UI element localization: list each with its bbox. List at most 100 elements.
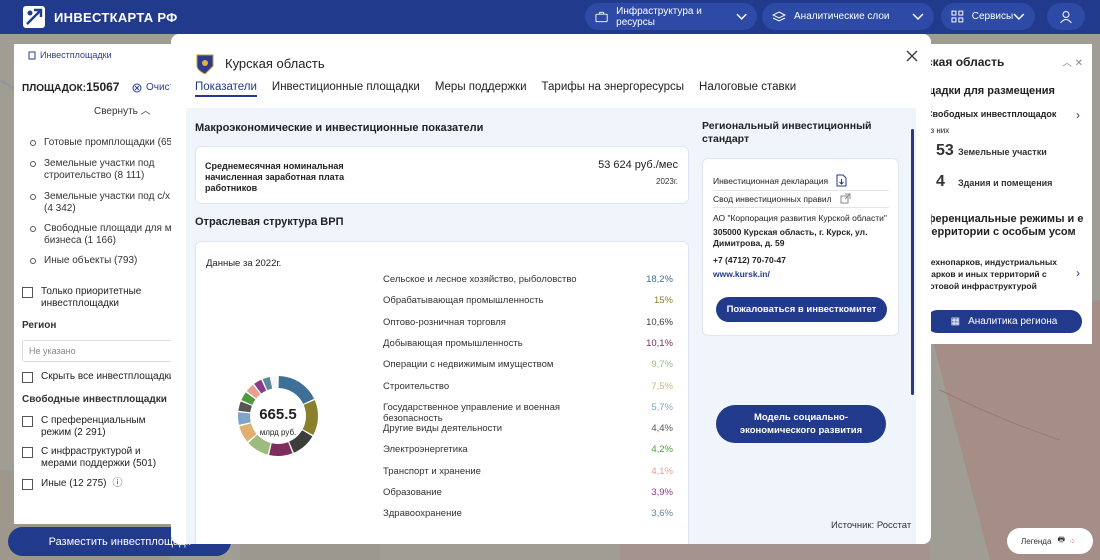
chevron-down-icon	[736, 13, 747, 20]
development-model-button[interactable]: Модель социально-экономического развития	[716, 405, 886, 443]
category-item[interactable]: Свободные площади для ме бизнеса (1 166)	[30, 223, 180, 247]
region-select[interactable]: Не указано	[22, 340, 182, 362]
chevron-right-icon[interactable]: ›	[1076, 266, 1080, 280]
download-document-icon	[836, 174, 847, 187]
category-item[interactable]: Земельные участки под строительство (8 1…	[30, 158, 164, 182]
sector-name: Сельское и лесное хозяйство, рыболовство	[383, 274, 577, 285]
vrp-card: Данные за 2022г. 665.5 млрд руб. Сельско…	[195, 241, 689, 544]
hide-all-label: Скрыть все инвестплощадки	[41, 371, 175, 382]
infrastructure-label: С инфраструктурой и мерами поддержки (50…	[41, 446, 157, 469]
tab-indicators[interactable]: Показатели	[195, 81, 257, 97]
category-item[interactable]: Готовые промплощадки (65	[30, 137, 180, 149]
chevron-up-icon[interactable]: ︿	[1062, 58, 1072, 69]
org-phone[interactable]: +7 (4712) 70-70-47	[713, 255, 786, 265]
tab-investment-sites[interactable]: Инвестиционные площадки	[272, 81, 420, 97]
vrp-year-label: Данные за 2022г.	[206, 258, 282, 269]
sector-percent: 10,6%	[646, 316, 673, 328]
sector-row: Электроэнергетика 4,2%	[383, 444, 673, 455]
sector-name: Строительство	[383, 380, 450, 392]
sites-counter: ПЛОЩАДОК:15067	[22, 80, 119, 94]
rules-link[interactable]: Свод инвестиционных правил	[713, 193, 889, 208]
radio-icon	[30, 226, 36, 232]
sector-name: Операции с недвижимым имуществом	[383, 359, 554, 371]
services-label: Сервисы	[971, 11, 1014, 22]
tab-support-measures[interactable]: Меры поддержки	[435, 81, 527, 97]
scrollbar[interactable]	[911, 129, 914, 395]
category-label: Земельные участки под с/х (4 342)	[44, 191, 171, 214]
category-item[interactable]: Иные объекты (793)	[30, 255, 180, 267]
user-icon	[1060, 10, 1072, 23]
org-website-link[interactable]: www.kursk.in/	[713, 269, 770, 279]
region-modal: Курская область Показатели Инвестиционны…	[171, 34, 931, 544]
chevron-down-icon	[912, 12, 924, 20]
chart-icon: ▦	[950, 316, 961, 327]
preferential-title: ференциальные режимы и е территории с ос…	[926, 213, 1084, 238]
region-panel-subtitle: щадки для размещения	[926, 85, 1055, 97]
preferential-checkbox[interactable]: С преференциальным режим (2 291)	[22, 415, 177, 439]
rules-label: Свод инвестиционных правил	[713, 193, 832, 204]
priority-checkbox[interactable]: Только приоритетные инвестплощадки	[22, 286, 162, 310]
tab-tax-rates[interactable]: Налоговые ставки	[699, 81, 796, 97]
tab-energy-tariffs[interactable]: Тарифы на энергоресурсы	[542, 81, 685, 97]
sector-percent: 4,4%	[651, 423, 673, 435]
close-circle-icon	[132, 83, 142, 92]
analytics-layers-menu-button[interactable]: Аналитические слои	[762, 3, 934, 30]
other-checkbox[interactable]: Иные (12 275) ⓘ	[22, 478, 177, 490]
app-logo[interactable]: ИНВЕСТКАРТА РФ	[22, 5, 178, 29]
info-icon[interactable]: ⓘ	[112, 478, 122, 490]
declaration-label: Инвестиционная декларация	[713, 175, 829, 186]
sector-name: Оптово-розничная торговля	[383, 316, 506, 328]
external-link-icon	[840, 193, 851, 204]
sector-percent: 3,9%	[651, 487, 673, 498]
vrp-section-title: Отраслевая структура ВРП	[195, 216, 344, 228]
sector-row: Строительство 7,5%	[383, 381, 673, 392]
profile-button[interactable]	[1047, 3, 1085, 30]
category-item[interactable]: Земельные участки под с/х (4 342)	[30, 191, 180, 215]
sector-name: Обрабатывающая промышленность	[383, 295, 544, 307]
sites-counter-label: ПЛОЩАДОК:	[22, 83, 87, 94]
clear-filters-button[interactable]: Очист	[132, 82, 174, 93]
collapse-label: Свернуть	[94, 106, 138, 117]
infrastructure-menu-button[interactable]: Инфраструктура и ресурсы	[585, 3, 757, 30]
parks-link[interactable]: Технопарков, индустриальных парков и ины…	[926, 256, 1072, 292]
dots-icon: ⁘	[1069, 536, 1076, 546]
salary-year: 2023г.	[656, 177, 678, 186]
infrastructure-checkbox[interactable]: С инфраструктурой и мерами поддержки (50…	[22, 446, 177, 470]
sector-percent: 15%	[653, 295, 673, 307]
sector-name: Здравоохранение	[383, 508, 462, 520]
radio-icon	[30, 258, 36, 264]
sector-name: Электроэнергетика	[383, 444, 468, 456]
donut-slice	[278, 376, 315, 404]
sector-row: Оптово-розничная торговля 10,6%	[383, 317, 673, 328]
sector-percent: 7,5%	[651, 380, 673, 392]
region-panel-title: ская область	[926, 55, 1005, 69]
logo-text: ИНВЕСТКАРТА РФ	[54, 9, 178, 25]
collapse-button[interactable]: Свернуть ︿	[94, 102, 151, 117]
hide-all-checkbox[interactable]: Скрыть все инвестплощадки	[22, 371, 182, 383]
region-analytics-label: Аналитика региона	[968, 316, 1058, 327]
region-analytics-button[interactable]: ▦ Аналитика региона	[926, 310, 1082, 333]
sector-percent: 9,7%	[651, 359, 673, 371]
declaration-link[interactable]: Инвестиционная декларация	[713, 174, 889, 191]
building-icon	[28, 51, 36, 59]
services-menu-button[interactable]: Сервисы	[941, 3, 1035, 30]
indicators-content[interactable]: Макроэкономические и инвестиционные пока…	[186, 108, 916, 544]
sector-row: Сельское и лесное хозяйство, рыболовство…	[383, 274, 673, 285]
priority-label: Только приоритетные инвестплощадки	[41, 286, 142, 309]
chevron-right-icon[interactable]: ›	[1076, 108, 1080, 122]
donut-slice	[269, 442, 293, 456]
legend-label: Легенда	[1021, 536, 1052, 546]
free-sites-link[interactable]: Свободных инвестплощадок	[926, 109, 1082, 119]
sector-name: Транспорт и хранение	[383, 465, 481, 477]
tab-investment-sites[interactable]: Инвестплощадки	[28, 50, 112, 60]
standard-title: Региональный инвестиционный стандарт	[702, 120, 872, 145]
complain-button[interactable]: Пожаловаться в инвесткомитет	[716, 297, 887, 322]
panel-controls[interactable]: ︿ ✕	[1062, 54, 1083, 69]
sites-counter-value: 15067	[86, 80, 120, 94]
close-icon[interactable]	[904, 48, 920, 64]
sector-row: Добывающая промышленность 10,1%	[383, 338, 673, 349]
legend-button[interactable]: Легенда 🖶 ⁘	[1007, 528, 1093, 554]
chevron-up-icon: ︿	[140, 106, 151, 117]
infrastructure-menu-label: Инфраструктура и ресурсы	[616, 5, 702, 28]
close-icon[interactable]: ✕	[1075, 58, 1083, 69]
